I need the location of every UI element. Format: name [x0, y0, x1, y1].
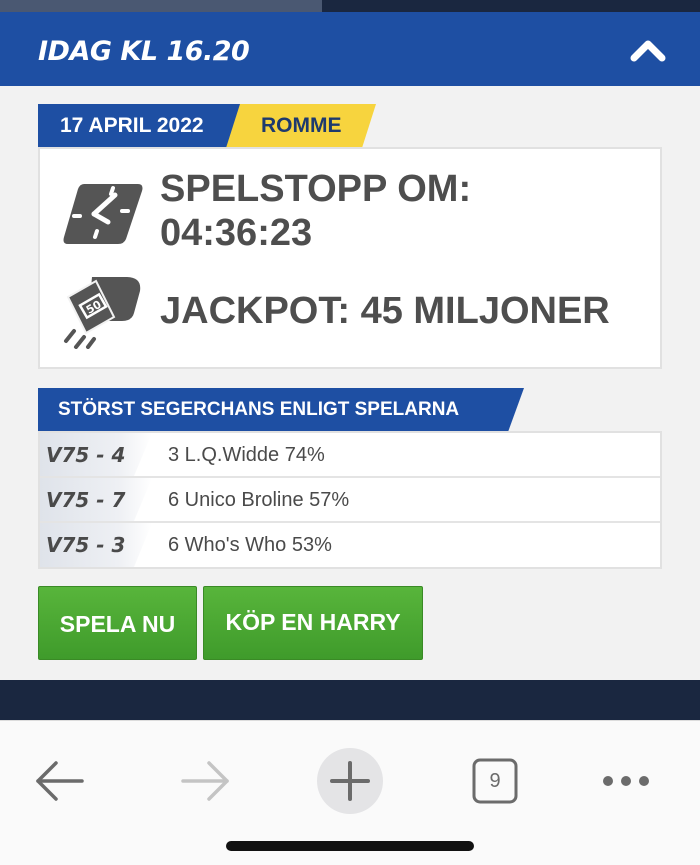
- buy-harry-button[interactable]: KÖP EN HARRY: [203, 586, 423, 660]
- money-icon: 50: [62, 273, 144, 349]
- plus-icon[interactable]: [310, 741, 390, 821]
- forward-arrow-icon[interactable]: [165, 741, 245, 821]
- favorites-heading: STÖRST SEGERCHANS ENLIGT SPELARNA: [38, 388, 524, 432]
- top-strip-highlight: [0, 0, 322, 12]
- spelstopp-countdown: SPELSTOPP OM: 04:36:23: [160, 168, 472, 254]
- chevron-up-icon[interactable]: [624, 34, 672, 66]
- info-card: SPELSTOPP OM: 04:36:23 50 JACKPOT: 45 MI…: [38, 147, 662, 369]
- favorite-horse: 6 Who's Who 53%: [168, 534, 332, 556]
- list-item: V75 - 3 6 Who's Who 53%: [40, 523, 660, 567]
- top-strip: [0, 0, 700, 12]
- tab-count: 9: [489, 770, 501, 792]
- race-number: V75 - 3: [40, 523, 152, 567]
- home-indicator[interactable]: [226, 841, 474, 851]
- race-number: V75 - 7: [40, 478, 152, 521]
- race-number: V75 - 4: [40, 433, 152, 476]
- race-track: ROMME: [226, 104, 376, 148]
- favorite-horse: 3 L.Q.Widde 74%: [168, 444, 325, 466]
- clock-icon: [62, 181, 144, 245]
- play-now-button[interactable]: SPELA NU: [38, 586, 197, 660]
- favorite-horse: 6 Unico Broline 57%: [168, 489, 350, 511]
- favorites-list: V75 - 4 3 L.Q.Widde 74% V75 - 7 6 Unico …: [38, 431, 662, 569]
- jackpot-amount: JACKPOT: 45 MILJONER: [160, 290, 610, 332]
- back-arrow-icon[interactable]: [20, 741, 100, 821]
- tab-switcher-button[interactable]: 9: [455, 741, 535, 821]
- list-item: V75 - 7 6 Unico Broline 57%: [40, 478, 660, 523]
- list-item: V75 - 4 3 L.Q.Widde 74%: [40, 433, 660, 478]
- more-dots-icon[interactable]: [588, 741, 668, 821]
- race-date: 17 APRIL 2022: [38, 104, 244, 148]
- header-title: IDAG KL 16.20: [38, 36, 250, 67]
- race-header[interactable]: IDAG KL 16.20: [0, 12, 700, 86]
- page-footer: [0, 680, 700, 720]
